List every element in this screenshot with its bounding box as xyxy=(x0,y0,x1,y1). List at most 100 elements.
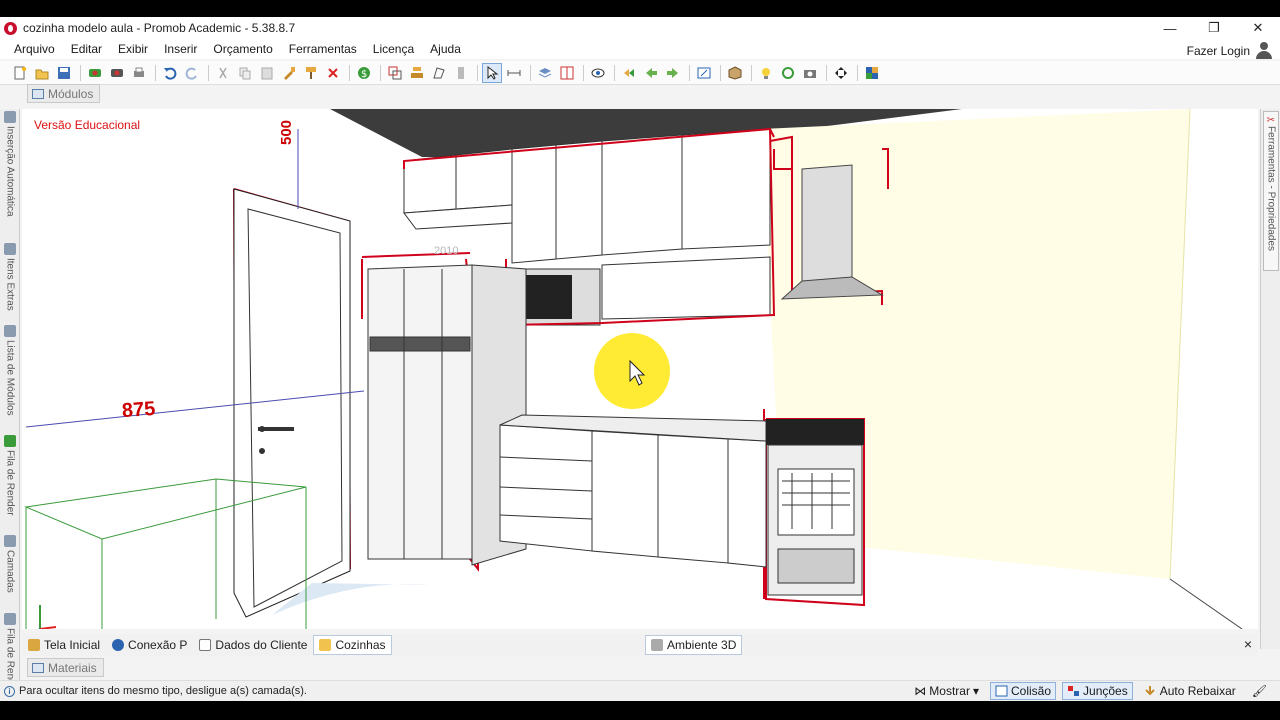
box-3d-icon[interactable] xyxy=(725,63,745,83)
save-icon[interactable] xyxy=(54,63,74,83)
modulos-label: Módulos xyxy=(48,86,94,101)
tab-dados-do-cliente[interactable]: Dados do Cliente xyxy=(193,635,313,655)
3d-viewport[interactable]: Versão Educacional 875 500 2010 xyxy=(22,109,1258,629)
menu-bar: Arquivo Editar Exibir Inserir Orçamento … xyxy=(0,39,1280,59)
connection-icon xyxy=(112,639,125,651)
main-toolbar: $ xyxy=(0,61,1280,85)
tab-ambiente-3d[interactable]: Ambiente 3D xyxy=(645,635,743,655)
menu-ajuda[interactable]: Ajuda xyxy=(422,42,469,56)
render-icon[interactable] xyxy=(85,63,105,83)
app-window: cozinha modelo aula - Promob Academic - … xyxy=(0,17,1280,701)
paste-icon[interactable] xyxy=(257,63,277,83)
delete-icon[interactable] xyxy=(323,63,343,83)
rotate-icon[interactable] xyxy=(778,63,798,83)
nav-forward-icon[interactable] xyxy=(663,63,683,83)
menu-inserir[interactable]: Inserir xyxy=(156,42,205,56)
redo-icon[interactable] xyxy=(182,63,202,83)
folder-icon xyxy=(319,639,332,651)
camera-view-icon[interactable] xyxy=(694,63,714,83)
tab-tela-inicial[interactable]: Tela Inicial xyxy=(22,635,106,655)
tab-label: Conexão P xyxy=(128,638,188,652)
split-icon[interactable] xyxy=(557,63,577,83)
menu-licenca[interactable]: Licença xyxy=(365,42,422,56)
tab-lista-de-modulos[interactable]: Lista de Módulos xyxy=(1,325,19,416)
print-icon[interactable] xyxy=(129,63,149,83)
tab-label: Cozinhas xyxy=(335,638,386,652)
juncoes-toggle[interactable]: Junções xyxy=(1062,682,1133,700)
budget-icon[interactable]: $ xyxy=(354,63,374,83)
nav-back-icon[interactable] xyxy=(641,63,661,83)
stove[interactable] xyxy=(766,419,864,596)
toolbar-separator xyxy=(477,64,478,81)
tab-insercao-automatica[interactable]: Inserção Automática xyxy=(1,111,19,217)
open-folder-icon[interactable] xyxy=(32,63,52,83)
3d-view-icon xyxy=(651,639,663,651)
menu-editar[interactable]: Editar xyxy=(63,42,110,56)
tab-itens-extras[interactable]: Itens Extras xyxy=(1,243,19,311)
undo-icon[interactable] xyxy=(160,63,180,83)
dimension-width-label: 875 xyxy=(121,397,157,423)
tab-label: Lista de Módulos xyxy=(4,340,16,416)
tab-conexao-p[interactable]: Conexão P xyxy=(106,635,193,655)
restore-button[interactable]: ❐ xyxy=(1192,17,1236,39)
toolbar-separator xyxy=(155,64,156,81)
menu-exibir[interactable]: Exibir xyxy=(110,42,156,56)
move-icon[interactable] xyxy=(831,63,851,83)
user-icon[interactable] xyxy=(1256,42,1272,60)
menu-arquivo[interactable]: Arquivo xyxy=(6,42,63,56)
tab-camadas[interactable]: Camadas xyxy=(1,535,19,593)
layers-icon[interactable] xyxy=(535,63,555,83)
top-black-bar xyxy=(0,0,1280,17)
wall-icon[interactable] xyxy=(451,63,471,83)
tab-cozinhas[interactable]: Cozinhas xyxy=(313,635,392,655)
axis-gizmo xyxy=(38,605,57,629)
shape-icon[interactable] xyxy=(429,63,449,83)
extra-items-icon xyxy=(4,243,16,255)
colisao-toggle[interactable]: Colisão xyxy=(989,682,1057,700)
scene-svg[interactable] xyxy=(22,109,1258,629)
menu-orcamento[interactable]: Orçamento xyxy=(205,42,280,56)
toolbar-separator xyxy=(751,64,752,81)
window-controls: — ❐ ✕ xyxy=(1148,17,1280,39)
menu-ferramentas[interactable]: Ferramentas xyxy=(281,42,365,56)
login-area[interactable]: Fazer Login xyxy=(1187,39,1272,63)
lower-icon xyxy=(1145,686,1155,696)
render-alt-icon[interactable] xyxy=(107,63,127,83)
toolbar-separator xyxy=(826,64,827,81)
tab-label: Camadas xyxy=(4,550,16,593)
tab-ferramentas-propriedades[interactable]: ✂ Ferramentas - Propriedades xyxy=(1263,111,1279,271)
status-message: i Para ocultar itens do mesmo tipo, desl… xyxy=(4,685,307,697)
pick-icon[interactable] xyxy=(279,63,299,83)
materiais-tab[interactable]: Materiais xyxy=(27,658,104,677)
mostrar-dropdown[interactable]: ⋈ Mostrar ▾ xyxy=(909,682,984,700)
tab-fila-de-render[interactable]: Fila de Render xyxy=(1,435,19,516)
grid-color-icon[interactable] xyxy=(862,63,882,83)
mostrar-label: Mostrar xyxy=(929,684,970,698)
measure-icon[interactable] xyxy=(504,63,524,83)
close-panel-icon[interactable]: × xyxy=(1244,636,1252,652)
login-link[interactable]: Fazer Login xyxy=(1187,44,1250,58)
nav-left-icon[interactable] xyxy=(619,63,639,83)
close-button[interactable]: ✕ xyxy=(1236,17,1280,39)
lower-cabinets[interactable] xyxy=(499,424,767,568)
copy-icon[interactable] xyxy=(235,63,255,83)
camera-icon[interactable] xyxy=(800,63,820,83)
brush-icon[interactable]: 🖌 xyxy=(1247,682,1272,700)
select-arrow-icon[interactable] xyxy=(482,62,502,83)
paint-icon[interactable] xyxy=(301,63,321,83)
minimize-button[interactable]: — xyxy=(1148,17,1192,39)
light-icon[interactable] xyxy=(756,63,776,83)
view-eye-icon[interactable] xyxy=(588,63,608,83)
left-side-panel: Inserção Automática Itens Extras Lista d… xyxy=(0,109,20,694)
education-watermark: Versão Educacional xyxy=(34,118,141,132)
status-controls: ⋈ Mostrar ▾ Colisão Junções Auto Rebaixa… xyxy=(909,681,1272,701)
auto-rebaixar-toggle[interactable]: Auto Rebaixar xyxy=(1139,682,1241,700)
modulos-tab[interactable]: Módulos xyxy=(27,84,101,103)
cut-icon[interactable] xyxy=(213,63,233,83)
new-file-icon[interactable] xyxy=(10,63,30,83)
group-icon[interactable] xyxy=(385,63,405,83)
align-icon[interactable] xyxy=(407,63,427,83)
document-icon xyxy=(199,639,212,651)
toolbar-separator xyxy=(614,64,615,81)
juncoes-label: Junções xyxy=(1083,684,1128,698)
